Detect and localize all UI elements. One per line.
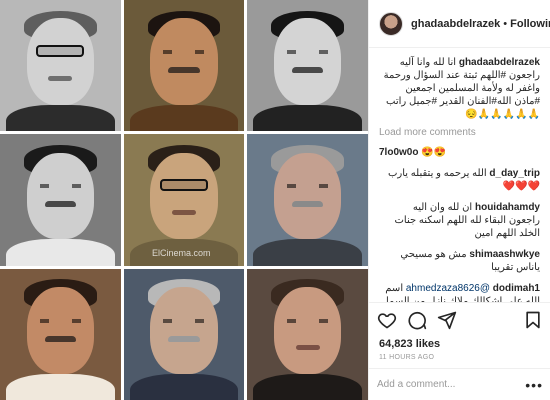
likes-count[interactable]: 64,823 likes	[379, 338, 440, 350]
post-timestamp[interactable]: 11 HOURS AGO	[379, 354, 434, 361]
comment-item: houidahamdy ان لله وان اليه راجعون البقا…	[379, 201, 540, 240]
comment-text: 😍😍	[421, 147, 447, 158]
photo-tile	[0, 134, 121, 266]
share-icon[interactable]	[437, 310, 457, 330]
comment-username[interactable]: dodimah1	[493, 283, 540, 294]
comment-username[interactable]: 7lo0w0o	[379, 147, 418, 158]
photo-tile	[123, 268, 245, 400]
comment-username[interactable]: d_day_trip	[489, 168, 540, 179]
separator-dot: •	[503, 17, 508, 30]
comment-item: shimaashwkye مش هو مسيحي ياناس تقريبا	[379, 248, 540, 274]
add-comment-bar: •••	[369, 368, 550, 400]
photo-tile	[0, 0, 121, 132]
photo-tile	[247, 134, 368, 266]
add-comment-input[interactable]	[377, 379, 517, 390]
comments-list: ghadaabdelrazek انا لله وانا آليه راجعون…	[369, 48, 550, 302]
author-username[interactable]: ghadaabdelrazek	[411, 18, 500, 30]
watermark: ElCinema.com	[152, 248, 211, 258]
comment-username[interactable]: houidahamdy	[475, 202, 540, 213]
more-options-icon[interactable]: •••	[525, 377, 543, 393]
action-bar	[369, 302, 550, 336]
bookmark-icon[interactable]	[523, 310, 543, 330]
avatar[interactable]	[379, 11, 403, 36]
caption: ghadaabdelrazek انا لله وانا آليه راجعون…	[379, 56, 540, 121]
caption-author[interactable]: ghadaabdelrazek	[459, 57, 540, 68]
post-image-grid[interactable]	[0, 0, 368, 400]
comment-icon[interactable]	[407, 310, 427, 330]
comment-item: d_day_trip الله يرحمه و يتقبله يارب ❤️❤️…	[379, 167, 540, 193]
comment-mention[interactable]: @ahmedzaza8626	[406, 283, 490, 294]
photo-tile	[123, 134, 245, 266]
post-header: ghadaabdelrazek • Following	[369, 0, 550, 48]
post-sidebar: ghadaabdelrazek • Following ghadaabdelra…	[368, 0, 550, 400]
photo-tile	[123, 0, 245, 132]
comment-username[interactable]: shimaashwkye	[469, 249, 540, 260]
load-more-comments-link[interactable]: Load more comments	[379, 127, 540, 138]
comment-item: 7lo0w0o 😍😍	[379, 146, 540, 159]
photo-tile	[0, 268, 121, 400]
photo-tile	[247, 0, 368, 132]
following-button[interactable]: Following	[510, 18, 550, 30]
heart-icon[interactable]	[377, 310, 397, 330]
photo-tile	[247, 268, 368, 400]
comment-item: dodimah1 @ahmedzaza8626 اسم الله علي اشك…	[379, 282, 540, 302]
